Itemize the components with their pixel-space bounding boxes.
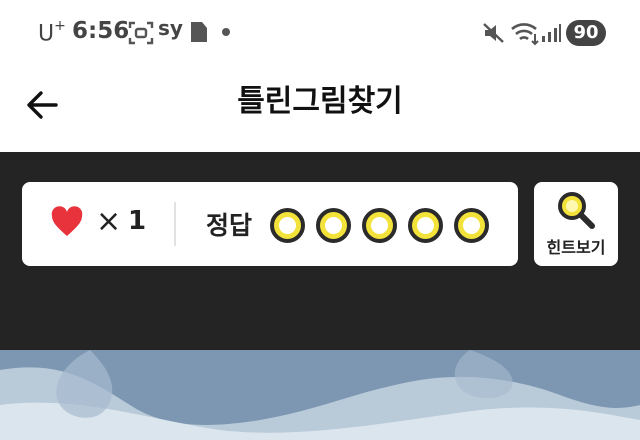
answer-label: 정답 (206, 211, 253, 240)
heart-icon (51, 206, 83, 236)
puzzle-image[interactable] (0, 350, 640, 440)
snow-scene-image (0, 350, 640, 440)
wifi-icon (511, 23, 539, 46)
answer-slot (270, 208, 305, 243)
more-notifications-dot (222, 28, 230, 36)
page-title: 틀린그림찾기 (237, 84, 403, 119)
game-header: × 1 정답 힌트보기 (0, 152, 640, 350)
signal-icon (542, 24, 561, 42)
answer-slot (362, 208, 397, 243)
back-button[interactable] (20, 82, 66, 128)
answer-slot (408, 208, 443, 243)
hint-button[interactable]: 힌트보기 (534, 182, 618, 266)
battery-indicator: 90 (566, 20, 606, 46)
score-card: × 1 정답 (22, 182, 518, 266)
hint-label: 힌트보기 (546, 238, 606, 257)
arrow-left-icon (27, 91, 58, 119)
lives-count: 1 (128, 206, 147, 236)
screenshot-icon (128, 21, 154, 45)
status-bar: U+ 6:56 sy 90 (0, 0, 640, 64)
divider (174, 202, 176, 246)
clock: 6:56 (72, 18, 130, 44)
carrier-label: U+ (38, 18, 66, 47)
app-notification-icon (191, 22, 207, 42)
answer-slot (454, 208, 489, 243)
notification-text: sy (158, 16, 183, 40)
answer-slot (316, 208, 351, 243)
app-bar: 틀린그림찾기 (0, 64, 640, 152)
mute-icon (483, 23, 504, 43)
lives-multiplier: × (96, 204, 122, 239)
magnifier-icon (558, 192, 595, 229)
